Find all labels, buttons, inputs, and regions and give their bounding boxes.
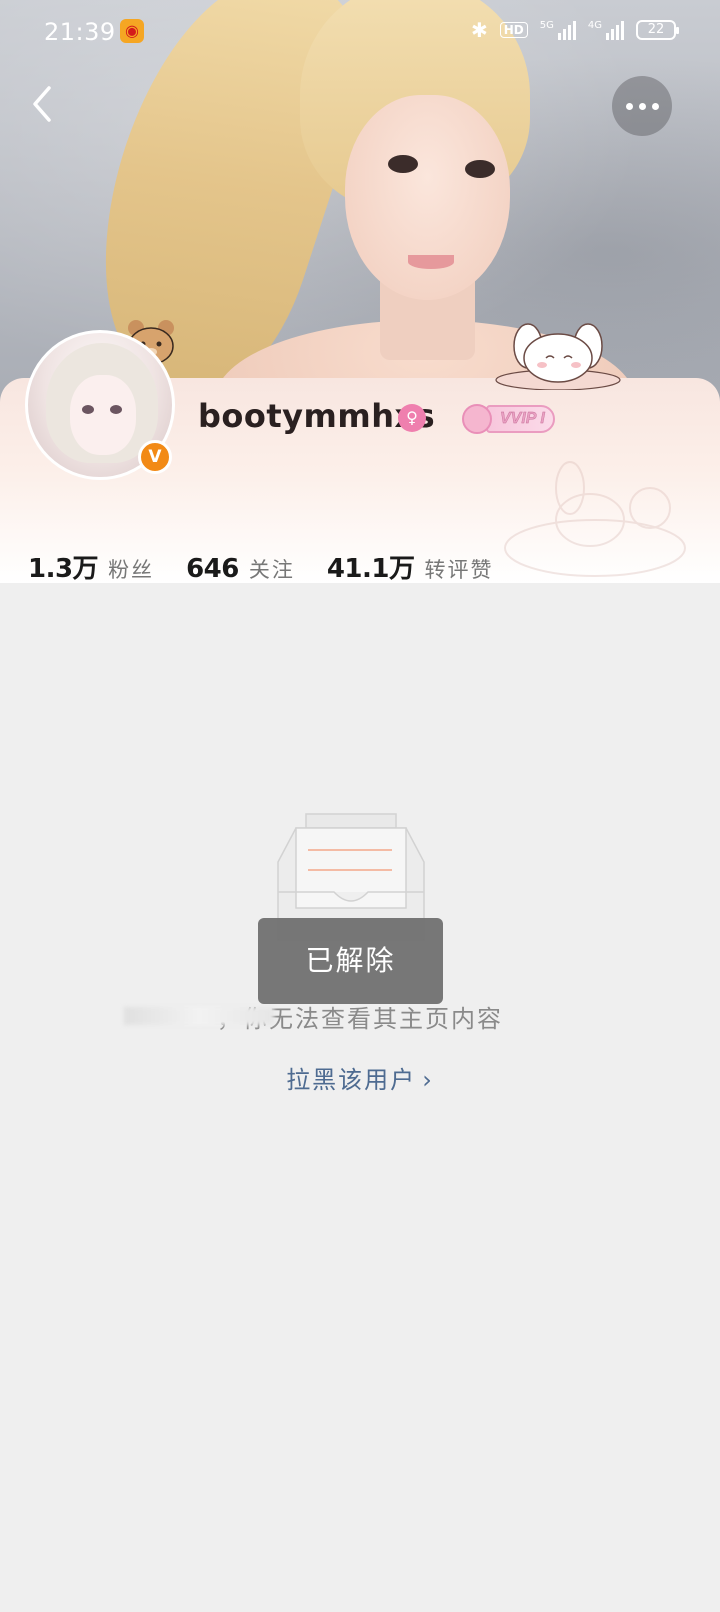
- stat-label: 转评赞: [424, 558, 494, 582]
- toast: 已解除: [258, 918, 443, 1004]
- bunny-decoration-icon: [504, 461, 686, 577]
- status-bar: 21:39 ◉ ✱ HD 5G 4G 22: [0, 0, 720, 64]
- back-button[interactable]: [20, 82, 64, 126]
- hd-badge: HD: [499, 22, 528, 38]
- block-user-label: 拉黑该用户: [286, 1066, 417, 1094]
- female-icon: ♀: [398, 404, 426, 432]
- signal-icon: [557, 20, 576, 40]
- status-time: 21:39: [44, 18, 116, 46]
- chevron-right-icon: ›: [422, 1066, 434, 1094]
- vip-label: VVIP I: [486, 405, 555, 433]
- stat-label: 粉丝: [108, 558, 155, 582]
- signal-icon-2: [606, 20, 624, 40]
- weibo-icon: ◉: [120, 19, 144, 43]
- blurred-text: [124, 1007, 274, 1025]
- more-dots-icon: [625, 102, 633, 110]
- bluetooth-icon: ✱: [470, 18, 488, 42]
- network-label-4g: 4G: [587, 19, 602, 31]
- stat-label: 关注: [248, 558, 295, 582]
- stat-interactions[interactable]: 41.1万 转评赞: [327, 548, 494, 585]
- stat-value: 1.3万: [28, 554, 99, 584]
- battery-icon: 22: [636, 20, 679, 40]
- more-button[interactable]: [612, 76, 672, 136]
- block-user-link[interactable]: 拉黑该用户 ›: [0, 1060, 720, 1095]
- stat-followers[interactable]: 1.3万 粉丝: [28, 548, 154, 585]
- vip-badge[interactable]: VVIP I: [462, 404, 555, 434]
- bunny-sticker-icon: [495, 323, 621, 390]
- stat-value: 41.1万: [326, 554, 415, 584]
- back-arrow-icon: [33, 86, 51, 122]
- stat-value: 646: [186, 554, 239, 584]
- profile-stats: 1.3万 粉丝 646 关注 41.1万 转评赞: [28, 548, 526, 585]
- vip-bear-icon: [462, 404, 492, 434]
- stat-following[interactable]: 646 关注: [186, 554, 295, 584]
- restricted-message: ，你无法查看其主页内容: [217, 1005, 503, 1033]
- network-label-5g: 5G: [539, 19, 554, 31]
- verified-v-icon: V: [138, 440, 172, 474]
